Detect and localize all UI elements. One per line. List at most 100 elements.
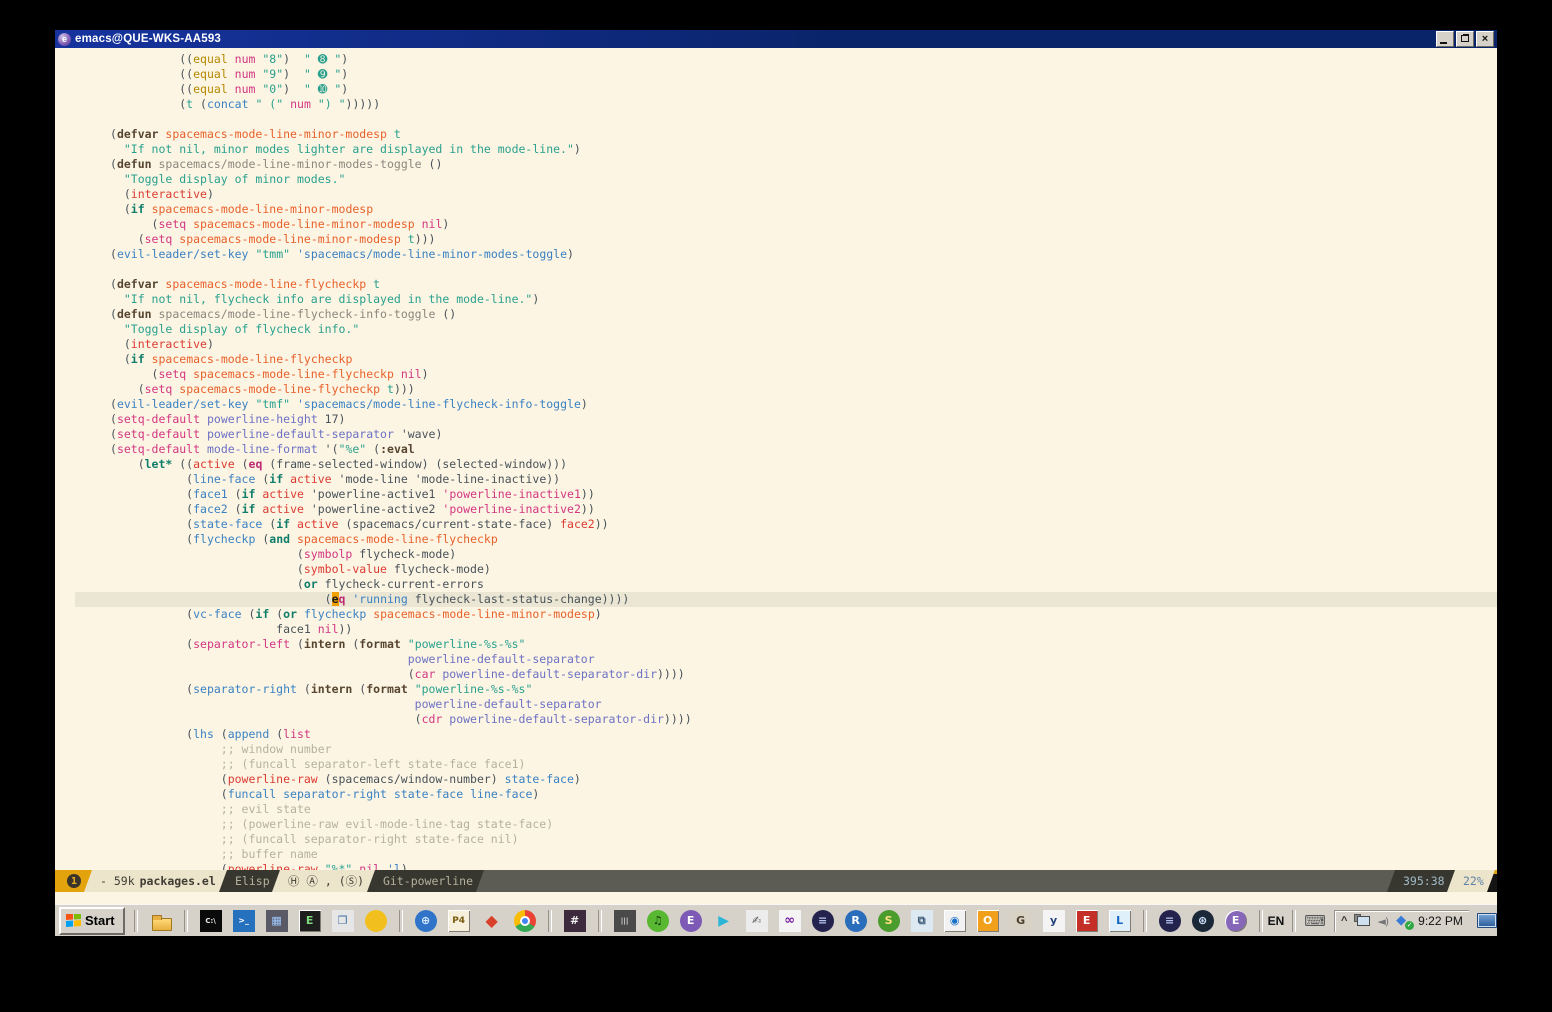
code-line — [75, 262, 1497, 277]
code-line: ;; evil state — [75, 802, 1497, 817]
yed-icon[interactable]: y — [1043, 910, 1065, 932]
code-line: (t (concat " (" num ") "))))) — [75, 97, 1497, 112]
eclipse-2-icon[interactable]: ≡ — [1159, 910, 1181, 932]
r-project-icon[interactable]: R — [845, 910, 867, 932]
code-line: (setq-default powerline-height 17) — [75, 412, 1497, 427]
code-line: (if spacemacs-mode-line-minor-modesp — [75, 202, 1497, 217]
code-line: (defvar spacemacs-mode-line-minor-modesp… — [75, 127, 1497, 142]
cygwin-duck-icon[interactable] — [365, 910, 387, 932]
app-window-icon[interactable]: ▦ — [266, 910, 288, 932]
code-line-current: (eq 'running flycheck-last-status-change… — [75, 592, 1497, 607]
hide-icons-chevron[interactable]: ^ — [1341, 917, 1347, 925]
emacs-console-icon[interactable]: E — [299, 910, 321, 932]
code-line: ;; (powerline-raw evil-mode-line-tag sta… — [75, 817, 1497, 832]
modeline-minor-modes-segment: Ⓗ Ⓐ , (Ⓢ) — [272, 870, 380, 892]
taskbar: Start C:\>_▦E❐⊕P4◆#|||♫E▶✍∞≡RS⧉◉OGyEL≡⊛E… — [55, 904, 1497, 936]
code-line: (setq spacemacs-mode-line-flycheckp nil) — [75, 367, 1497, 382]
quick-launch-separator — [1143, 910, 1147, 932]
code-line: (flycheckp (and spacemacs-mode-line-flyc… — [75, 532, 1497, 547]
code-line: (face2 (if active 'powerline-active2 'po… — [75, 502, 1497, 517]
close-icon: × — [1482, 34, 1488, 44]
code-line: (cdr powerline-default-separator-dir)))) — [75, 712, 1497, 727]
restore-button[interactable] — [1456, 31, 1474, 47]
language-indicator[interactable]: EN — [1268, 914, 1285, 928]
show-desktop-button[interactable] — [1477, 913, 1497, 928]
code-line: ;; window number — [75, 742, 1497, 757]
steam-icon[interactable]: ⊛ — [1192, 910, 1214, 932]
terminal-bars-icon[interactable]: ||| — [614, 910, 636, 932]
quick-launch-separator — [598, 910, 602, 932]
system-tray: EN ⌨ ^ ◄) ◆✓ 9:22 PM — [1264, 908, 1501, 934]
google-play-icon[interactable]: ▶ — [713, 910, 735, 932]
window-number-badge: 1 — [67, 874, 81, 888]
emacs-red-icon[interactable]: E — [1076, 910, 1098, 932]
folder-icon[interactable] — [150, 910, 172, 932]
modeline-buffer-segment: - 59k packages.el — [84, 870, 232, 892]
code-line: (setq-default powerline-default-separato… — [75, 427, 1497, 442]
globe-icon[interactable]: ⊕ — [415, 910, 437, 932]
code-line: (separator-right (intern (format "powerl… — [75, 682, 1497, 697]
infinity-icon[interactable]: ∞ — [779, 910, 801, 932]
slack-hash-icon[interactable]: # — [564, 910, 586, 932]
l-doc-icon[interactable]: L — [1109, 910, 1131, 932]
code-line: (setq spacemacs-mode-line-minor-modesp t… — [75, 232, 1497, 247]
orange-o-icon[interactable]: O — [977, 910, 999, 932]
code-line: (face1 (if active 'powerline-active1 'po… — [75, 487, 1497, 502]
code-line: (setq spacemacs-mode-line-flycheckp t))) — [75, 382, 1497, 397]
gimp-hand-icon[interactable]: ✍ — [746, 910, 768, 932]
code-line: (setq-default mode-line-format '("%e" (:… — [75, 442, 1497, 457]
code-line: ;; buffer name — [75, 847, 1497, 862]
pc-share-icon[interactable]: ⧉ — [911, 910, 933, 932]
close-button[interactable]: × — [1476, 31, 1494, 47]
code-line: (symbolp flycheck-mode) — [75, 547, 1497, 562]
start-button[interactable]: Start — [59, 907, 125, 935]
quick-launch-bar: C:\>_▦E❐⊕P4◆#|||♫E▶✍∞≡RS⧉◉OGyEL≡⊛E — [133, 910, 1264, 932]
perforce-p4-icon[interactable]: P4 — [448, 910, 470, 932]
code-line: ((equal num "8") " ➑ ") — [75, 52, 1497, 67]
chrome-icon[interactable] — [514, 910, 536, 932]
code-line: (setq spacemacs-mode-line-minor-modesp n… — [75, 217, 1497, 232]
gimp-wilber-icon[interactable]: G — [1010, 910, 1032, 932]
minor-mode-lighters: Ⓗ Ⓐ , (Ⓢ) — [288, 873, 364, 889]
code-line: "Toggle display of minor modes." — [75, 172, 1497, 187]
speaker-icon[interactable]: ◄) — [1377, 915, 1388, 928]
code-line: (defvar spacemacs-mode-line-flycheckp t — [75, 277, 1497, 292]
emacs-purple-icon[interactable]: E — [1225, 910, 1247, 932]
scroll-percent-indicator: 22% — [1463, 874, 1484, 888]
clock[interactable]: 9:22 PM — [1418, 914, 1463, 928]
echo-area[interactable] — [55, 892, 1497, 904]
keyboard-icon[interactable]: ⌨ — [1304, 912, 1326, 930]
start-label: Start — [85, 913, 115, 928]
emacs-app-icon: e — [58, 33, 71, 46]
buffer-name[interactable]: packages.el — [140, 874, 216, 888]
network-icon[interactable] — [1354, 914, 1370, 928]
editor-buffer[interactable]: ((equal num "8") " ➑ ") ((equal num "9")… — [55, 48, 1497, 870]
dropbox-icon[interactable]: ◆✓ — [1395, 914, 1411, 928]
remote-desktop-icon[interactable]: ❐ — [332, 910, 354, 932]
code-line: (powerline-raw "%*" nil 'l) — [75, 862, 1497, 870]
code-line: ((equal num "0") " ➓ ") — [75, 82, 1497, 97]
minimize-button[interactable] — [1436, 31, 1454, 47]
emacs-sphere-icon[interactable]: E — [680, 910, 702, 932]
snake-icon[interactable]: S — [878, 910, 900, 932]
spotify-icon[interactable]: ♫ — [647, 910, 669, 932]
window-titlebar[interactable]: e emacs@QUE-WKS-AA593 × — [55, 30, 1497, 48]
code-line: (state-face (if active (spacemacs/curren… — [75, 517, 1497, 532]
code-line: (lhs (append (list — [75, 727, 1497, 742]
powershell-icon[interactable]: >_ — [233, 910, 255, 932]
code-line: ;; (funcall separator-left state-face fa… — [75, 757, 1497, 772]
code-line: (defun spacemacs/mode-line-flycheck-info… — [75, 307, 1497, 322]
red-diamond-icon[interactable]: ◆ — [481, 910, 503, 932]
code-line: ;; (funcall separator-right state-face n… — [75, 832, 1497, 847]
quick-launch-separator — [548, 910, 552, 932]
cmd-prompt-icon[interactable]: C:\ — [200, 910, 222, 932]
windows-logo-icon — [66, 914, 81, 927]
eclipse-icon[interactable]: ≡ — [812, 910, 834, 932]
tray-divider — [1292, 910, 1296, 932]
code-line: (powerline-raw (spacemacs/window-number)… — [75, 772, 1497, 787]
desktop: e emacs@QUE-WKS-AA593 × ((equal num "8")… — [0, 0, 1552, 1012]
code-line: ((equal num "9") " ➒ ") — [75, 67, 1497, 82]
eye-viewer-icon[interactable]: ◉ — [944, 910, 966, 932]
code-line: (car powerline-default-separator-dir)))) — [75, 667, 1497, 682]
quick-launch-separator — [134, 910, 138, 932]
